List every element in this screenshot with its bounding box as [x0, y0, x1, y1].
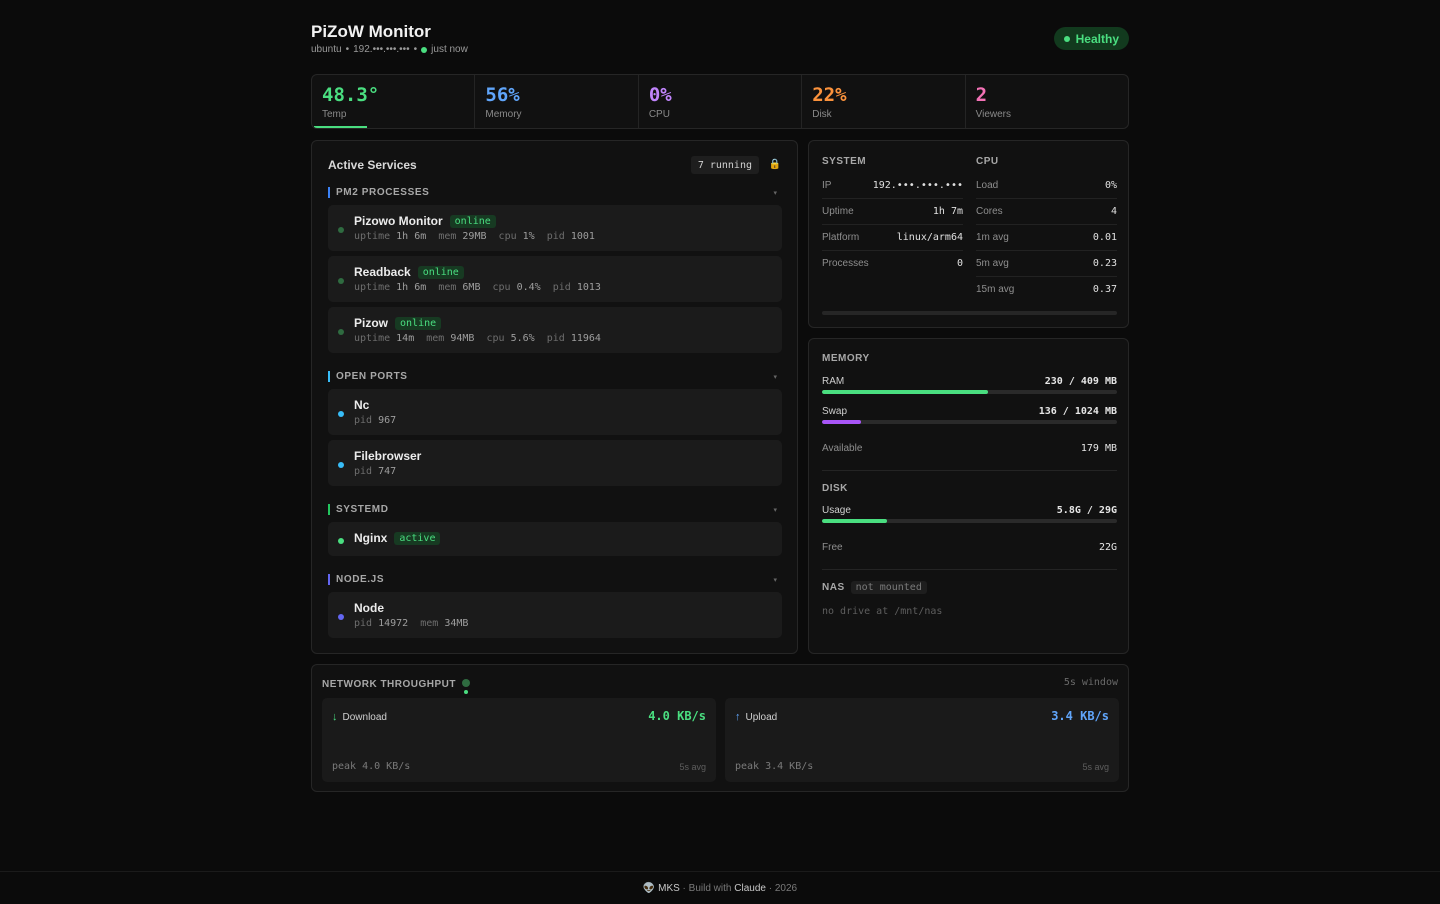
download-avg: 5s avg — [679, 762, 706, 772]
active-indicator — [314, 126, 367, 128]
ram-bar-fill — [822, 390, 988, 394]
status-badge: online — [395, 316, 442, 330]
network-window: 5s window — [1063, 677, 1118, 688]
status-dot-icon — [338, 411, 344, 417]
swap-row: Swap 136 / 1024 MB — [822, 406, 1117, 426]
service-row[interactable]: Pizowo Monitor online uptime 1h 6m mem 2… — [328, 205, 782, 251]
arrow-down-icon: ↓ — [332, 711, 338, 723]
status-dot-icon — [338, 329, 344, 335]
memory-heading: MEMORY — [822, 353, 870, 364]
service-row[interactable]: Pizow online uptime 14m mem 94MB cpu 5.6… — [328, 307, 782, 353]
memory-panel: MEMORY RAM 230 / 409 MB Swap 136 / 1024 … — [808, 338, 1129, 654]
section-pm2[interactable]: PM2 PROCESSES — [328, 187, 429, 198]
node-row[interactable]: Node pid 14972 mem 34MB — [328, 592, 782, 638]
cpu-row-cores: Cores 4 — [976, 199, 1117, 225]
ram-row: RAM 230 / 409 MB — [822, 376, 1117, 396]
download-peak: peak 4.0 KB/s — [332, 761, 411, 772]
collapse-icon[interactable]: ▾ — [773, 576, 777, 584]
host-info: ubuntu • 192.•••.•••.••• • just now — [311, 44, 468, 55]
system-panel: SYSTEM CPU IP 192.•••.•••.••• Uptime 1h 7m… — [808, 140, 1129, 328]
section-ports[interactable]: OPEN PORTS — [328, 371, 408, 382]
port-row[interactable]: Filebrowser pid 747 — [328, 440, 782, 486]
system-row-ip: IP 192.•••.•••.••• — [822, 173, 963, 199]
host-ip: 192.•••.•••.••• — [353, 44, 410, 55]
port-row[interactable]: Nc pid 967 — [328, 389, 782, 435]
cpu-row-5m: 5m avg 0.23 — [976, 251, 1117, 277]
collapse-icon[interactable]: ▾ — [773, 189, 777, 197]
status-dot-icon — [338, 614, 344, 620]
collapse-icon[interactable]: ▾ — [773, 506, 777, 514]
stat-disk[interactable]: 22% Disk — [802, 75, 966, 128]
disk-bar-fill — [822, 519, 887, 523]
hostname: ubuntu — [311, 44, 342, 55]
swap-bar — [822, 420, 1117, 424]
divider — [822, 569, 1117, 570]
service-meta: uptime 1h 6m mem 29MB cpu 1% pid 1001 — [354, 231, 595, 242]
system-row-processes: Processes 0 — [822, 258, 963, 269]
section-systemd[interactable]: SYSTEMD — [328, 504, 389, 515]
services-title: Active Services — [328, 158, 417, 172]
claude-link[interactable]: Claude — [734, 883, 766, 894]
stat-temp[interactable]: 48.3° Temp — [312, 75, 476, 128]
nas-status-badge: not mounted — [850, 581, 927, 594]
page-title: PiZoW Monitor — [311, 22, 431, 41]
services-panel: Active Services 7 running 🔒 PM2 PROCESSE… — [311, 140, 798, 654]
stats-strip: 48.3° Temp 56% Memory 0% CPU 22% Disk 2 … — [311, 74, 1129, 129]
available-row: Available 179 MB — [822, 443, 1117, 454]
upload-avg: 5s avg — [1082, 762, 1109, 772]
nas-note: no drive at /mnt/nas — [822, 606, 943, 617]
footer-divider — [0, 871, 1440, 872]
cpu-heading: CPU — [976, 156, 999, 167]
footer: 👽 MKS · Build with Claude · 2026 — [642, 883, 798, 894]
cpu-row-15m: 15m avg 0.37 — [976, 284, 1117, 295]
status-dot-icon — [338, 227, 344, 233]
section-node[interactable]: NODE.JS — [328, 574, 384, 585]
service-meta: uptime 14m mem 94MB cpu 5.6% pid 11964 — [354, 333, 601, 344]
stat-viewers[interactable]: 2 Viewers — [966, 75, 1128, 128]
stat-memory[interactable]: 56% Memory — [475, 75, 639, 128]
disk-usage-row: Usage 5.8G / 29G — [822, 505, 1117, 525]
upload-rate: 3.4 KB/s — [1051, 709, 1109, 723]
network-panel: NETWORK THROUGHPUT 5s window ↓ Download … — [311, 664, 1129, 792]
header: PiZoW Monitor ubuntu • 192.•••.•••.••• •… — [311, 22, 1129, 62]
system-row-platform: Platform linux/arm64 — [822, 225, 963, 251]
status-dot-icon — [338, 538, 344, 544]
status-badge: online — [449, 214, 496, 228]
download-card: ↓ Download 4.0 KB/s peak 4.0 KB/s 5s avg — [322, 698, 716, 782]
live-dot-icon — [421, 46, 428, 53]
service-meta: uptime 1h 6m mem 6MB cpu 0.4% pid 1013 — [354, 282, 601, 293]
upload-card: ↑ Upload 3.4 KB/s peak 3.4 KB/s 5s avg — [725, 698, 1119, 782]
alien-icon: 👽 — [642, 883, 656, 894]
cpu-row-1m: 1m avg 0.01 — [976, 225, 1117, 251]
download-rate: 4.0 KB/s — [648, 709, 706, 723]
ram-bar — [822, 390, 1117, 394]
status-badge: active — [394, 531, 441, 545]
system-heading: SYSTEM — [822, 156, 867, 167]
collapse-icon[interactable]: ▾ — [773, 373, 777, 381]
health-badge: Healthy — [1053, 27, 1129, 50]
network-title: NETWORK THROUGHPUT — [322, 677, 470, 694]
upload-peak: peak 3.4 KB/s — [735, 761, 814, 772]
disk-free-row: Free 22G — [822, 542, 1117, 553]
status-dot-icon — [338, 462, 344, 468]
status-dot-icon — [338, 278, 344, 284]
nas-heading: NAS not mounted — [822, 581, 927, 594]
activity-icon — [462, 677, 470, 694]
horizontal-scrollbar[interactable] — [822, 311, 1117, 315]
status-badge: online — [417, 265, 464, 279]
running-count-badge: 7 running — [690, 156, 759, 174]
cpu-row-load: Load 0% — [976, 173, 1117, 199]
divider — [822, 470, 1117, 471]
arrow-up-icon: ↑ — [735, 711, 741, 723]
disk-heading: DISK — [822, 483, 848, 494]
systemd-row[interactable]: Nginx active — [328, 522, 782, 556]
health-dot-icon — [1063, 35, 1070, 42]
lock-icon[interactable]: 🔒 — [769, 159, 781, 170]
disk-bar — [822, 519, 1117, 523]
system-row-uptime: Uptime 1h 7m — [822, 199, 963, 225]
last-updated: just now — [431, 44, 468, 55]
swap-bar-fill — [822, 420, 862, 424]
stat-cpu[interactable]: 0% CPU — [639, 75, 803, 128]
service-row[interactable]: Readback online uptime 1h 6m mem 6MB cpu… — [328, 256, 782, 302]
